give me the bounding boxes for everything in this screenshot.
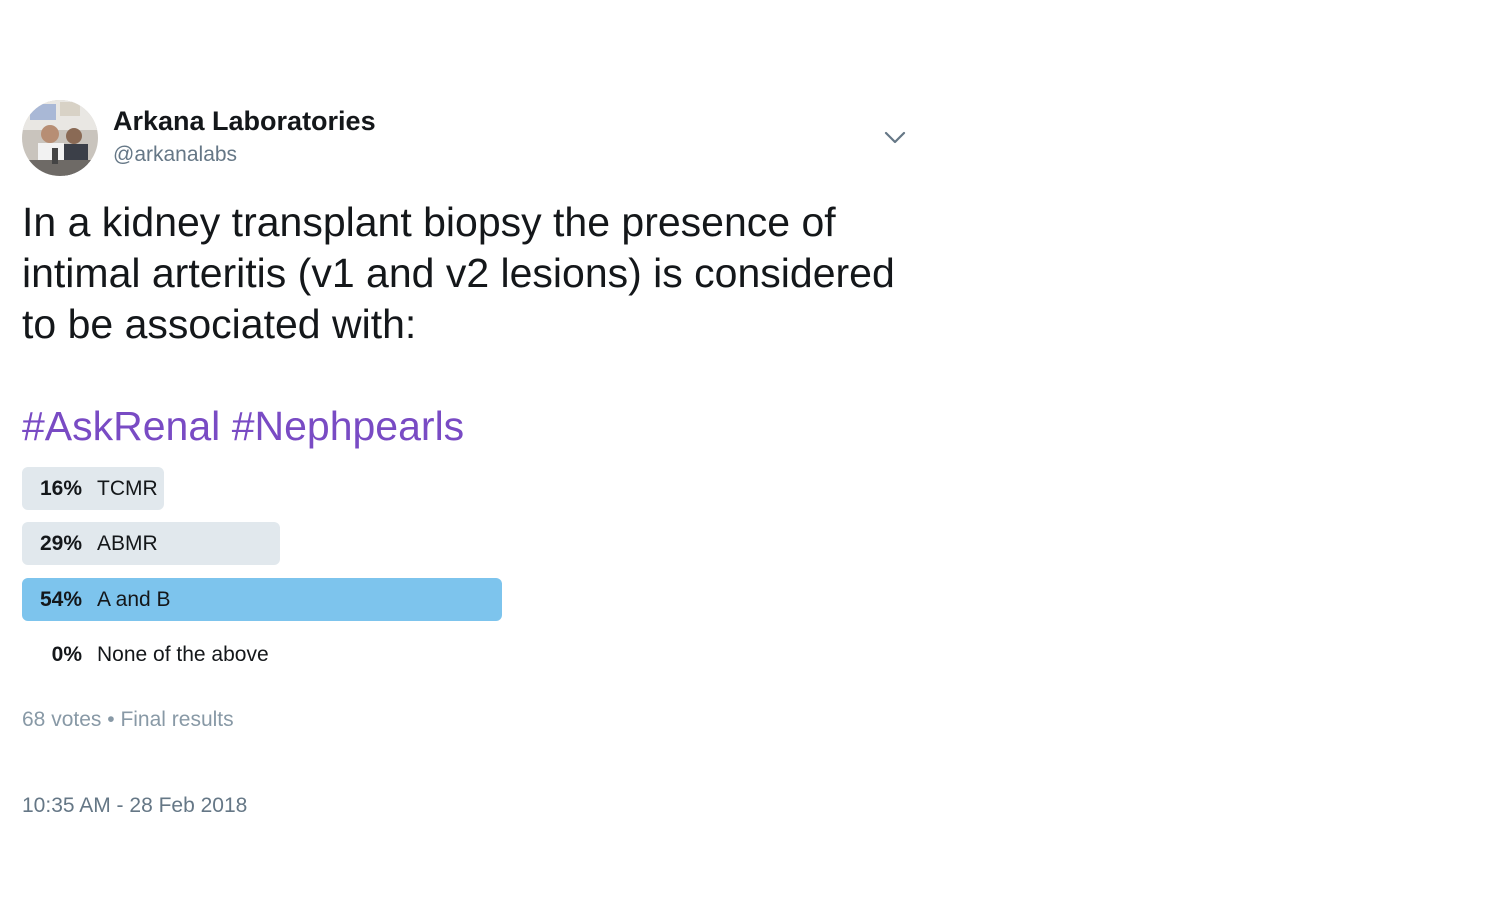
poll-percent: 29% xyxy=(39,532,82,555)
poll-percent: 16% xyxy=(39,477,82,500)
poll-status: Final results xyxy=(120,708,234,731)
poll-meta: 68 votes • Final results xyxy=(22,708,234,732)
tweet-card: Arkana Laboratories @arkanalabs In a kid… xyxy=(22,0,912,900)
tweet-text: In a kidney transplant biopsy the presen… xyxy=(22,199,895,347)
poll-label: TCMR xyxy=(97,477,158,500)
poll-separator: • xyxy=(107,708,115,731)
poll-bar xyxy=(22,578,502,621)
author-handle[interactable]: @arkanalabs xyxy=(113,143,237,167)
author-name[interactable]: Arkana Laboratories xyxy=(113,106,376,137)
hashtag-nephpearls[interactable]: #Nephpearls xyxy=(232,403,465,449)
avatar[interactable] xyxy=(22,100,98,176)
poll-label: None of the above xyxy=(97,643,269,666)
avatar-photo-icon xyxy=(22,100,98,176)
poll-choice: 0% None of the above xyxy=(22,633,622,676)
poll-choice: 29% ABMR xyxy=(22,522,622,565)
poll-label: A and B xyxy=(97,588,171,611)
poll-percent: 54% xyxy=(39,588,82,611)
tweet-timestamp[interactable]: 10:35 AM - 28 Feb 2018 xyxy=(22,794,247,818)
hashtag-line: #AskRenal #Nephpearls xyxy=(22,401,464,452)
poll-percent: 0% xyxy=(51,643,82,666)
chevron-down-icon[interactable] xyxy=(884,128,906,146)
poll-choice: 54% A and B xyxy=(22,578,622,621)
hashtag-askrenal[interactable]: #AskRenal xyxy=(22,403,220,449)
poll-votes: 68 votes xyxy=(22,708,102,731)
poll-label: ABMR xyxy=(97,532,158,555)
poll-choice: 16% TCMR xyxy=(22,467,622,510)
